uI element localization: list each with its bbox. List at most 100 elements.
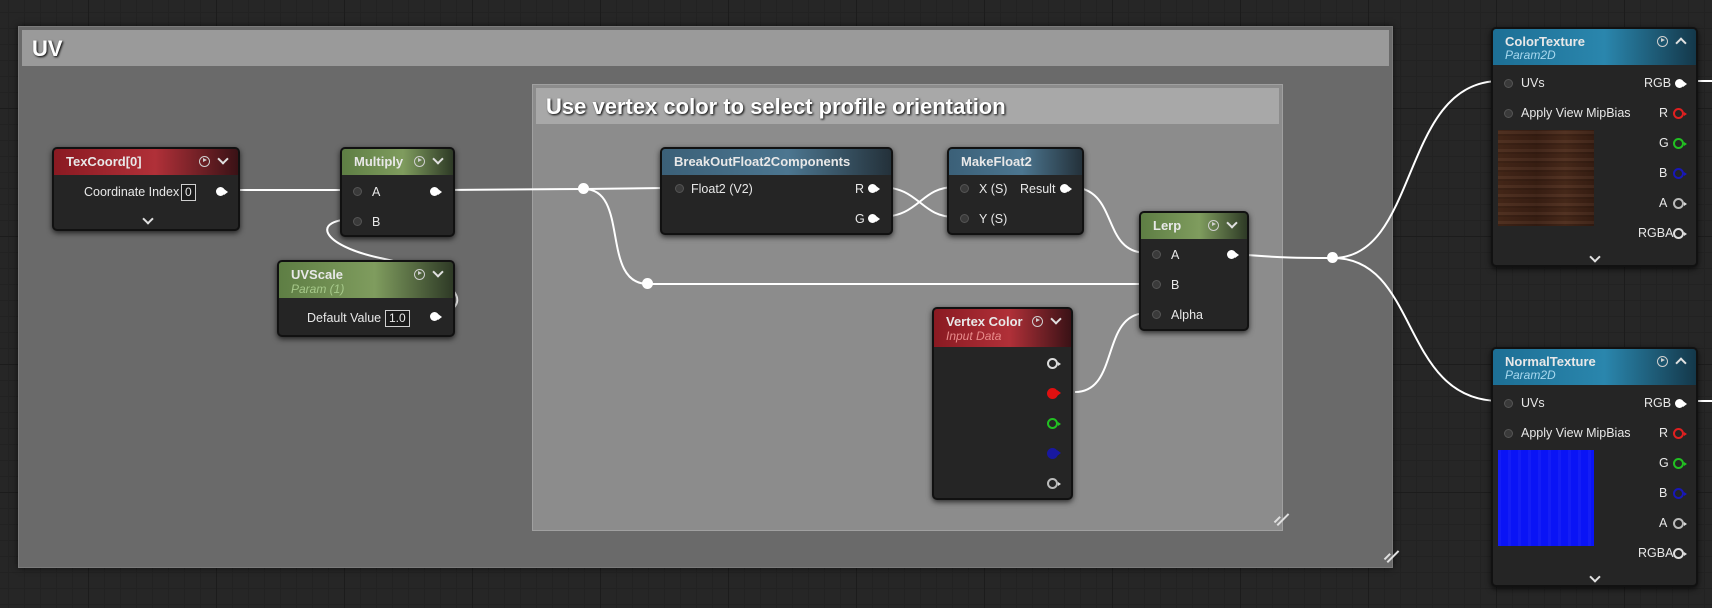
pin-label: R [1659, 426, 1669, 440]
node-subtitle: Input Data [946, 329, 1002, 343]
output-pin-rgba[interactable] [1673, 548, 1687, 559]
node-makefloat2[interactable]: MakeFloat2 X (S) Result Y (S) [947, 147, 1084, 235]
output-pin-r[interactable] [1673, 108, 1687, 119]
node-texcoord[interactable]: TexCoord[0] Coordinate Index 0 [52, 147, 240, 231]
pin-label: A [1171, 248, 1180, 262]
output-pin-rgb[interactable] [1675, 399, 1687, 408]
preview-icon[interactable] [1032, 315, 1043, 327]
node-header[interactable]: UVScale Param (1) [279, 262, 453, 298]
node-uvscale[interactable]: UVScale Param (1) Default Value 1.0 [277, 260, 455, 337]
node-header[interactable]: BreakOutFloat2Components [662, 149, 891, 175]
node-subtitle: Param2D [1505, 48, 1556, 62]
preview-icon[interactable] [1657, 355, 1668, 367]
pin-label: G [855, 212, 865, 226]
output-pin-r[interactable] [868, 184, 880, 193]
output-pin-b[interactable] [1047, 448, 1061, 459]
input-pin-uvs[interactable] [1504, 399, 1513, 408]
reroute-node[interactable] [1327, 252, 1338, 263]
input-pin-y[interactable] [960, 214, 969, 223]
node-header[interactable]: MakeFloat2 [949, 149, 1082, 175]
node-lerp[interactable]: Lerp A B Alpha [1139, 211, 1249, 331]
node-header[interactable]: Vertex Color Input Data [934, 309, 1071, 347]
input-pin-a[interactable] [1152, 250, 1161, 259]
node-vertex-color[interactable]: Vertex Color Input Data [932, 307, 1073, 500]
pin-label: G [1659, 136, 1669, 150]
input-pin[interactable] [675, 184, 684, 193]
preview-icon[interactable] [414, 155, 425, 167]
wire [1332, 257, 1501, 402]
connection-wires [224, 80, 1712, 402]
node-normal-texture[interactable]: NormalTexture Param2D UVs Apply View Mip… [1491, 347, 1698, 587]
input-pin-mipbias[interactable] [1504, 109, 1513, 118]
output-pin[interactable] [1060, 184, 1072, 193]
chevron-up-icon[interactable] [1674, 354, 1688, 368]
output-pin-b[interactable] [1673, 168, 1687, 179]
node-header[interactable]: NormalTexture Param2D [1493, 349, 1696, 385]
default-value-field[interactable]: 1.0 [385, 310, 410, 327]
chevron-down-icon[interactable] [431, 154, 445, 168]
input-pin-a[interactable] [353, 187, 362, 196]
input-pin-uvs[interactable] [1504, 79, 1513, 88]
reroute-node[interactable] [642, 278, 653, 289]
input-pin-b[interactable] [1152, 280, 1161, 289]
wire [1074, 312, 1148, 393]
node-title: BreakOutFloat2Components [674, 154, 851, 169]
node-header[interactable]: Multiply [342, 149, 453, 175]
node-title: ColorTexture [1505, 34, 1585, 49]
node-title: MakeFloat2 [961, 154, 1032, 169]
expand-icon[interactable] [1589, 573, 1601, 583]
chevron-down-icon[interactable] [216, 154, 230, 168]
output-pin-g[interactable] [868, 214, 880, 223]
input-pin-alpha[interactable] [1152, 310, 1161, 319]
node-color-texture[interactable]: ColorTexture Param2D UVs Apply View MipB… [1491, 27, 1698, 267]
node-title: Vertex Color [946, 314, 1023, 329]
expand-icon[interactable] [1589, 253, 1601, 263]
texture-preview [1498, 450, 1594, 546]
output-pin-rgb[interactable] [1675, 79, 1687, 88]
preview-icon[interactable] [1208, 219, 1219, 231]
wire [583, 188, 649, 285]
chevron-down-icon[interactable] [1225, 218, 1239, 232]
output-pin[interactable] [216, 187, 228, 196]
output-pin-g[interactable] [1673, 458, 1687, 469]
preview-icon[interactable] [1657, 35, 1668, 47]
chevron-down-icon[interactable] [431, 267, 445, 281]
output-pin-a[interactable] [1673, 198, 1687, 209]
output-pin-r[interactable] [1047, 388, 1061, 399]
output-pin-g[interactable] [1047, 418, 1061, 429]
node-subtitle: Param2D [1505, 368, 1556, 382]
output-pin[interactable] [430, 312, 442, 321]
node-multiply[interactable]: Multiply A B [340, 147, 455, 237]
expand-icon[interactable] [142, 215, 154, 225]
input-pin-mipbias[interactable] [1504, 429, 1513, 438]
pin-label: Float2 (V2) [691, 182, 753, 196]
output-pin-g[interactable] [1673, 138, 1687, 149]
preview-icon[interactable] [199, 155, 210, 167]
output-pin[interactable] [1227, 250, 1239, 259]
node-title: UVScale [291, 267, 344, 282]
coordinate-index-field[interactable]: 0 [181, 184, 196, 201]
pin-label: R [855, 182, 865, 196]
pin-label: B [1659, 166, 1668, 180]
reroute-node[interactable] [578, 183, 589, 194]
output-pin-rgba[interactable] [1673, 228, 1687, 239]
node-title: Multiply [354, 154, 404, 169]
chevron-down-icon[interactable] [1049, 314, 1063, 328]
node-breakout-float2[interactable]: BreakOutFloat2Components Float2 (V2) R G [660, 147, 893, 235]
input-pin-b[interactable] [353, 217, 362, 226]
pin-label: Y (S) [979, 212, 1008, 226]
input-pin-x[interactable] [960, 184, 969, 193]
pin-label: RGB [1644, 396, 1672, 410]
output-pin[interactable] [430, 187, 442, 196]
node-header[interactable]: TexCoord[0] [54, 149, 238, 175]
output-pin-a[interactable] [1047, 478, 1061, 489]
chevron-up-icon[interactable] [1674, 34, 1688, 48]
pin-label: Result [1020, 182, 1056, 196]
preview-icon[interactable] [414, 268, 425, 280]
output-pin-a[interactable] [1673, 518, 1687, 529]
node-header[interactable]: Lerp [1141, 213, 1247, 239]
output-pin-rgb[interactable] [1047, 358, 1061, 369]
output-pin-r[interactable] [1673, 428, 1687, 439]
node-header[interactable]: ColorTexture Param2D [1493, 29, 1696, 65]
output-pin-b[interactable] [1673, 488, 1687, 499]
